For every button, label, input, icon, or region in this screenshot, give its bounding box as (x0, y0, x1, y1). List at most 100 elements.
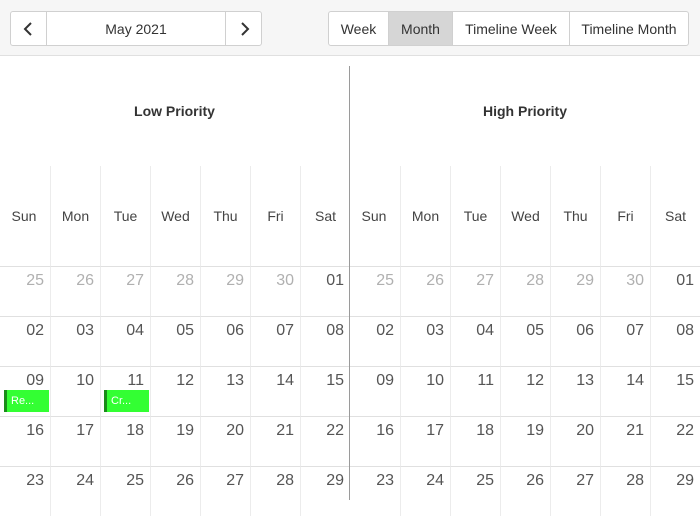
date-range-label[interactable]: May 2021 (46, 12, 226, 45)
day-cell[interactable]: 10 (400, 366, 450, 416)
view-timeline-week-button[interactable]: Timeline Week (452, 12, 569, 45)
day-cell[interactable]: 30 (250, 266, 300, 316)
appointment[interactable]: Re... (4, 390, 49, 412)
appointment[interactable]: Cr... (104, 390, 149, 412)
day-cell[interactable]: 29 (650, 466, 700, 516)
day-cell[interactable]: 23 (350, 466, 400, 516)
day-cell[interactable]: 14 (600, 366, 650, 416)
day-cell[interactable]: 10 (50, 366, 100, 416)
day-cell[interactable]: 25 (450, 466, 500, 516)
day-cell[interactable]: 04 (450, 316, 500, 366)
day-cell[interactable]: 18 (450, 416, 500, 466)
day-cell[interactable]: 03 (400, 316, 450, 366)
day-cell[interactable]: 17 (50, 416, 100, 466)
view-timeline-month-button[interactable]: Timeline Month (569, 12, 688, 45)
day-cell[interactable]: 25 (100, 466, 150, 516)
day-cell[interactable]: 29 (200, 266, 250, 316)
date-number: 01 (326, 272, 344, 289)
date-number: 02 (376, 322, 394, 339)
day-cell[interactable]: 09 (350, 366, 400, 416)
day-cell[interactable]: 27 (450, 266, 500, 316)
day-cell[interactable]: 28 (500, 266, 550, 316)
previous-button[interactable] (11, 12, 46, 45)
day-cell[interactable]: 14 (250, 366, 300, 416)
day-cell[interactable]: 17 (400, 416, 450, 466)
group-header: High Priority (482, 103, 567, 119)
day-cell[interactable]: 02 (350, 316, 400, 366)
day-cell[interactable]: 27 (200, 466, 250, 516)
day-cell[interactable]: 15 (300, 366, 350, 416)
day-cell[interactable]: 27 (100, 266, 150, 316)
day-cell[interactable]: 21 (250, 416, 300, 466)
day-cell[interactable]: 15 (650, 366, 700, 416)
day-cell[interactable]: 24 (50, 466, 100, 516)
day-cell[interactable]: 26 (400, 266, 450, 316)
date-number: 11 (127, 372, 144, 389)
date-number: 19 (176, 422, 194, 439)
day-cell[interactable]: 20 (200, 416, 250, 466)
date-number: 30 (626, 272, 644, 289)
day-cell[interactable]: 24 (400, 466, 450, 516)
date-number: 09 (26, 372, 44, 389)
day-cell[interactable]: 08 (650, 316, 700, 366)
day-cell[interactable]: 07 (600, 316, 650, 366)
day-cell[interactable]: 26 (500, 466, 550, 516)
date-number: 17 (426, 422, 444, 439)
day-cell[interactable]: 03 (50, 316, 100, 366)
day-cell[interactable]: 23 (0, 466, 50, 516)
date-number: 11 (477, 372, 494, 389)
day-cell[interactable]: 28 (250, 466, 300, 516)
date-number: 21 (626, 422, 644, 439)
view-month-button[interactable]: Month (388, 12, 452, 45)
day-cell[interactable]: 13 (550, 366, 600, 416)
day-cell[interactable]: 06 (550, 316, 600, 366)
day-cell[interactable]: 16 (350, 416, 400, 466)
day-cell[interactable]: 06 (200, 316, 250, 366)
day-cell[interactable]: 12 (150, 366, 200, 416)
day-cell[interactable]: 04 (100, 316, 150, 366)
day-cell[interactable]: 11 (450, 366, 500, 416)
day-header: Wed (500, 166, 550, 266)
day-cell[interactable]: 28 (150, 266, 200, 316)
day-cell[interactable]: 12 (500, 366, 550, 416)
date-number: 02 (26, 322, 44, 339)
day-cell[interactable]: 22 (300, 416, 350, 466)
day-cell[interactable]: 01 (650, 266, 700, 316)
date-number: 09 (376, 372, 394, 389)
day-cell[interactable]: 26 (150, 466, 200, 516)
day-cell[interactable]: 13 (200, 366, 250, 416)
date-number: 29 (676, 472, 694, 489)
day-cell[interactable]: 05 (150, 316, 200, 366)
day-cell[interactable]: 27 (550, 466, 600, 516)
day-cell[interactable]: 20 (550, 416, 600, 466)
day-cell[interactable]: 19 (500, 416, 550, 466)
day-cell[interactable]: 07 (250, 316, 300, 366)
date-number: 25 (376, 272, 394, 289)
date-number: 10 (426, 372, 444, 389)
day-cell[interactable]: 29 (550, 266, 600, 316)
day-cell[interactable]: 01 (300, 266, 350, 316)
date-number: 21 (276, 422, 294, 439)
day-cell[interactable]: 16 (0, 416, 50, 466)
date-number: 17 (76, 422, 94, 439)
view-week-button[interactable]: Week (329, 12, 388, 45)
date-number: 10 (76, 372, 94, 389)
day-cell[interactable]: 21 (600, 416, 650, 466)
day-cell[interactable]: 18 (100, 416, 150, 466)
date-number: 16 (26, 422, 44, 439)
day-cell[interactable]: 19 (150, 416, 200, 466)
date-number: 20 (226, 422, 244, 439)
next-button[interactable] (226, 12, 261, 45)
day-cell[interactable]: 22 (650, 416, 700, 466)
day-header: Sun (361, 208, 387, 224)
day-cell[interactable]: 05 (500, 316, 550, 366)
day-cell[interactable]: 25 (0, 266, 50, 316)
day-cell[interactable]: 08 (300, 316, 350, 366)
day-cell[interactable]: 29 (300, 466, 350, 516)
day-cell[interactable]: 25 (350, 266, 400, 316)
day-cell[interactable]: 02 (0, 316, 50, 366)
day-cell[interactable]: 30 (600, 266, 650, 316)
day-cell[interactable]: 26 (50, 266, 100, 316)
day-cell[interactable]: 28 (600, 466, 650, 516)
chevron-right-icon (240, 21, 249, 36)
